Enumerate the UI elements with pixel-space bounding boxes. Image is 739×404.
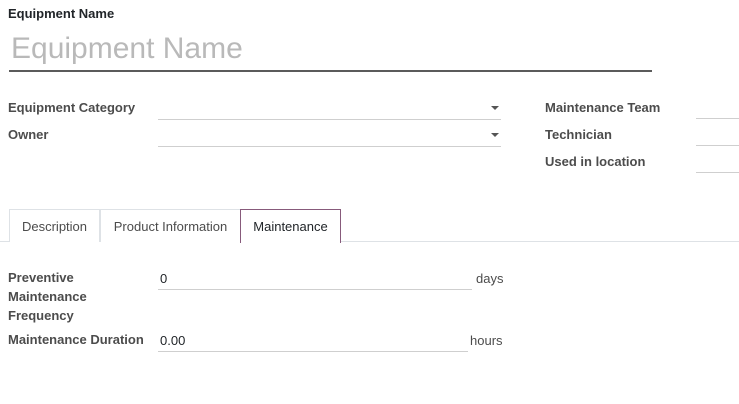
frequency-label-line-1: Preventive	[8, 270, 74, 285]
owner-label: Owner	[8, 127, 49, 142]
tab-product-information[interactable]: Product Information	[100, 209, 241, 242]
technician-field[interactable]	[696, 145, 739, 146]
maintenance-duration-label: Maintenance Duration	[8, 332, 144, 347]
maintenance-team-label: Maintenance Team	[545, 100, 661, 115]
preventive-maintenance-frequency-label: Preventive Maintenance Frequency	[8, 268, 87, 325]
duration-unit: hours	[470, 333, 503, 348]
tab-maintenance[interactable]: Maintenance	[240, 209, 341, 243]
frequency-unit: days	[476, 271, 504, 286]
owner-select[interactable]	[158, 125, 501, 147]
frequency-label-line-3: Frequency	[8, 308, 74, 323]
technician-label: Technician	[545, 127, 612, 142]
chevron-down-icon	[491, 106, 499, 110]
equipment-category-label: Equipment Category	[8, 100, 136, 115]
maintenance-team-field[interactable]	[696, 118, 739, 119]
frequency-input[interactable]	[158, 268, 472, 290]
equipment-category-select[interactable]	[158, 98, 501, 120]
frequency-label-line-2: Maintenance	[8, 289, 87, 304]
equipment-name-input[interactable]	[9, 28, 652, 72]
duration-input[interactable]	[158, 330, 468, 352]
equipment-name-label: Equipment Name	[8, 6, 115, 21]
tab-description[interactable]: Description	[9, 209, 100, 242]
used-in-location-label: Used in location	[545, 154, 646, 169]
used-in-location-field[interactable]	[696, 172, 739, 173]
chevron-down-icon	[491, 133, 499, 137]
